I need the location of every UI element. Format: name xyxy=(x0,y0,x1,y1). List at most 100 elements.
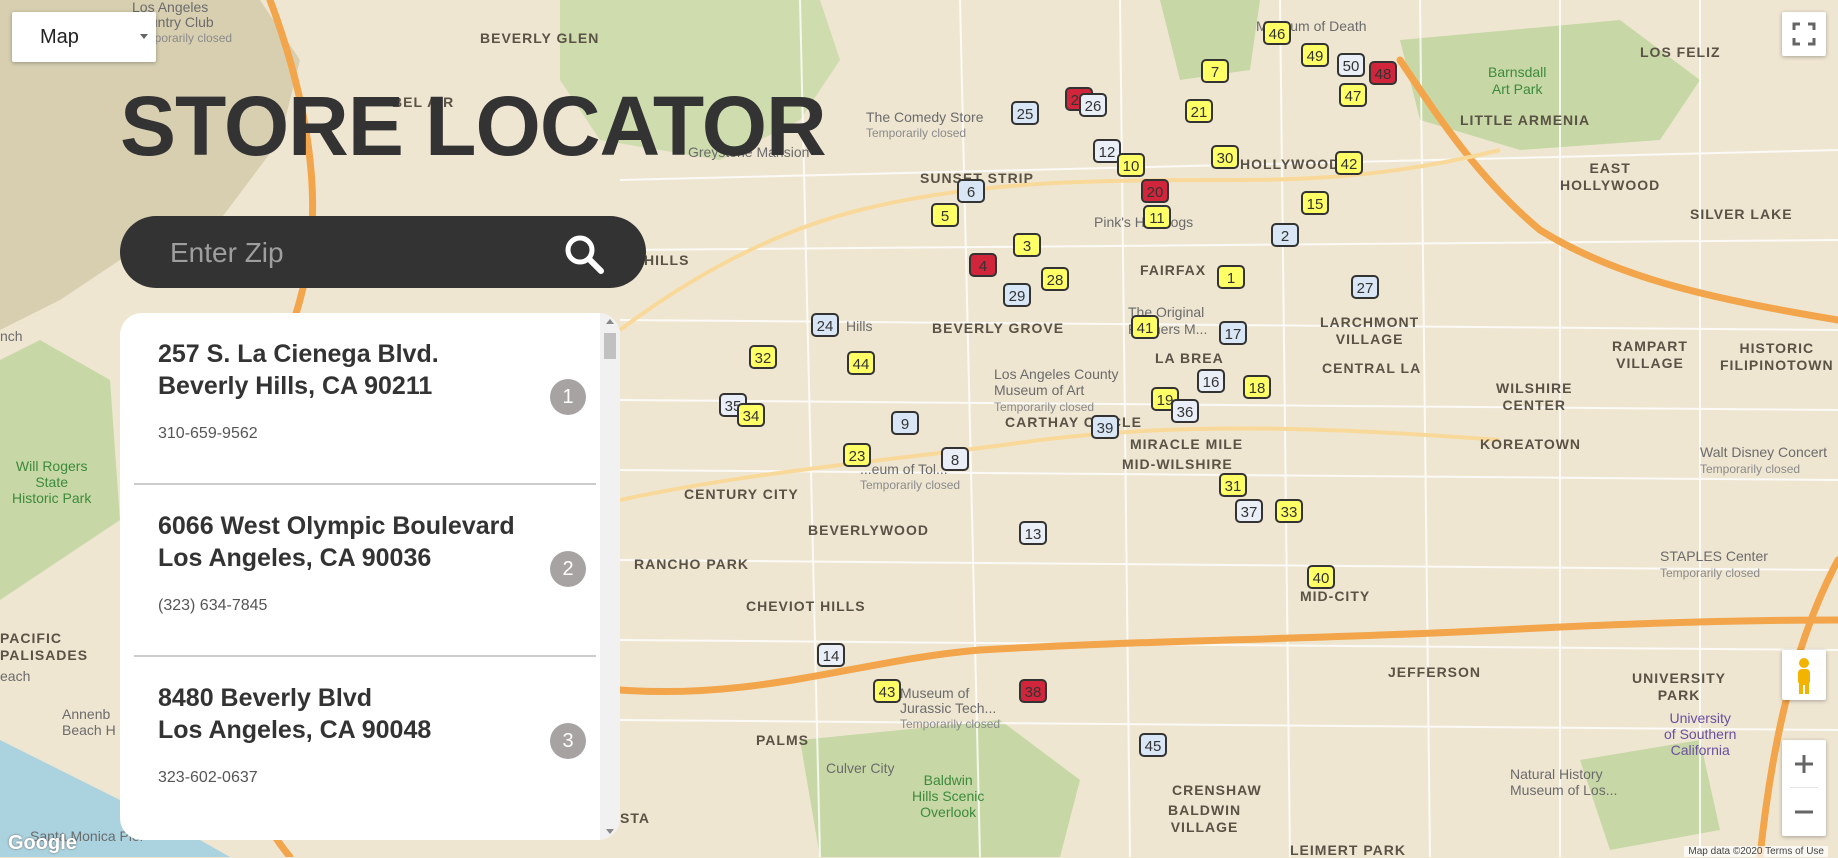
poi-usc[interactable]: University of Southern California xyxy=(1664,710,1736,758)
store-marker[interactable]: 8 xyxy=(940,444,970,474)
store-marker[interactable]: 43 xyxy=(872,676,902,706)
map-label-carthay-circle: CARTHAY CIRCLE xyxy=(1005,414,1142,430)
store-marker[interactable]: 49 xyxy=(1300,40,1330,70)
poi-lacma[interactable]: Los Angeles County Museum of Art Tempora… xyxy=(994,366,1119,415)
map-label-hollywood: HOLLYWOOD xyxy=(1240,156,1341,172)
poi-natural-history[interactable]: Natural History Museum of Los... xyxy=(1510,766,1617,798)
store-marker[interactable]: 36 xyxy=(1170,396,1200,426)
store-marker-number: 24 xyxy=(816,318,834,335)
map-label-fairfax: FAIRFAX xyxy=(1140,262,1207,278)
store-marker[interactable]: 4 xyxy=(968,250,998,280)
store-marker-number: 43 xyxy=(878,684,896,701)
store-marker[interactable]: 21 xyxy=(1184,96,1214,126)
store-marker[interactable]: 39 xyxy=(1090,412,1120,442)
store-marker[interactable]: 3 xyxy=(1012,230,1042,260)
store-marker[interactable]: 38 xyxy=(1018,676,1048,706)
store-marker[interactable]: 13 xyxy=(1018,518,1048,548)
list-scrollbar[interactable] xyxy=(600,313,620,840)
map-label-hills: HILLS xyxy=(644,252,690,268)
map-attribution[interactable]: Map data ©2020 Terms of Use xyxy=(1684,846,1828,857)
store-item-2[interactable]: 6066 West Olympic Boulevard Los Angeles,… xyxy=(134,485,596,657)
store-marker[interactable]: 28 xyxy=(1040,264,1070,294)
store-marker[interactable]: 29 xyxy=(1002,280,1032,310)
store-marker-number: 49 xyxy=(1306,48,1324,65)
store-marker[interactable]: 11 xyxy=(1142,202,1172,232)
store-number-badge: 1 xyxy=(550,379,586,415)
poi-baldwin-overlook[interactable]: Baldwin Hills Scenic Overlook xyxy=(912,772,984,820)
store-marker[interactable]: 15 xyxy=(1300,188,1330,218)
store-marker[interactable]: 48 xyxy=(1368,58,1398,88)
poi-disney-concert[interactable]: Walt Disney Concert Temporarily closed xyxy=(1700,444,1827,477)
map-label-beverly-grove: BEVERLY GROVE xyxy=(932,320,1065,336)
fullscreen-button[interactable] xyxy=(1782,12,1826,56)
store-marker[interactable]: 6 xyxy=(956,176,986,206)
search-button[interactable] xyxy=(562,232,606,276)
store-marker[interactable]: 9 xyxy=(890,408,920,438)
zoom-out-button[interactable] xyxy=(1782,788,1826,836)
zip-input[interactable] xyxy=(168,216,552,290)
store-marker[interactable]: 45 xyxy=(1138,730,1168,760)
poi-jurassic[interactable]: Museum of Jurassic Tech... Temporarily c… xyxy=(900,686,1000,732)
store-marker[interactable]: 30 xyxy=(1210,142,1240,172)
store-marker[interactable]: 47 xyxy=(1338,80,1368,110)
street-view-button[interactable] xyxy=(1782,650,1826,700)
store-marker-number: 42 xyxy=(1340,156,1358,173)
map-label-university-park: UNIVERSITY PARK xyxy=(1632,670,1726,704)
store-marker[interactable]: 50 xyxy=(1336,50,1366,80)
poi-jurassic-status: Temporarily closed xyxy=(900,717,1001,731)
store-marker[interactable]: 18 xyxy=(1242,372,1272,402)
store-marker[interactable]: 7 xyxy=(1200,56,1230,86)
store-marker[interactable]: 40 xyxy=(1306,562,1336,592)
store-marker[interactable]: 10 xyxy=(1116,150,1146,180)
store-marker[interactable]: 17 xyxy=(1218,318,1248,348)
map-type-select[interactable]: Map xyxy=(12,12,156,62)
map-label-cheviot-hills: CHEVIOT HILLS xyxy=(746,598,866,614)
map-label-hollywood-2: HOLLYWOOD xyxy=(1560,177,1661,193)
poi-jurassic-2: Jurassic Tech... xyxy=(900,700,997,716)
poi-lacma-1: Los Angeles County xyxy=(994,366,1119,382)
store-marker[interactable]: 27 xyxy=(1350,272,1380,302)
map-label-baldwin-2: VILLAGE xyxy=(1170,819,1239,835)
poi-lacma-status: Temporarily closed xyxy=(994,400,1095,414)
store-marker-number: 37 xyxy=(1240,504,1258,521)
poi-culver-city[interactable]: Culver City xyxy=(826,760,894,776)
store-marker[interactable]: 14 xyxy=(816,640,846,670)
store-marker-number: 9 xyxy=(900,416,910,433)
store-marker[interactable]: 37 xyxy=(1234,496,1264,526)
store-marker[interactable]: 25 xyxy=(1010,98,1040,128)
store-marker[interactable]: 26 xyxy=(1078,90,1108,120)
store-marker[interactable]: 44 xyxy=(846,348,876,378)
poi-barnsdall-1: Barnsdall xyxy=(1488,64,1547,80)
store-marker[interactable]: 42 xyxy=(1334,148,1364,178)
zoom-in-button[interactable] xyxy=(1782,740,1826,788)
store-item-1[interactable]: 257 S. La Cienega Blvd. Beverly Hills, C… xyxy=(134,313,596,485)
store-marker[interactable]: 1 xyxy=(1216,262,1246,292)
scroll-up-icon[interactable] xyxy=(606,319,614,324)
scrollbar-thumb[interactable] xyxy=(604,333,616,359)
store-marker[interactable]: 41 xyxy=(1130,312,1160,342)
store-marker[interactable]: 33 xyxy=(1274,496,1304,526)
store-marker[interactable]: 16 xyxy=(1196,366,1226,396)
poi-staples-center[interactable]: STAPLES Center Temporarily closed xyxy=(1660,548,1768,581)
poi-barnsdall[interactable]: Barnsdall Art Park xyxy=(1488,64,1546,98)
scroll-down-icon[interactable] xyxy=(606,829,614,834)
store-item-3[interactable]: 8480 Beverly Blvd Los Angeles, CA 90048 … xyxy=(134,657,596,829)
store-marker[interactable]: 2 xyxy=(1270,220,1300,250)
store-marker[interactable]: 32 xyxy=(748,342,778,372)
store-marker-number: 46 xyxy=(1268,26,1286,43)
map-label-palms: PALMS xyxy=(756,732,809,748)
store-marker[interactable]: 34 xyxy=(736,400,766,430)
poi-baldwin-overlook-1: Baldwin xyxy=(923,772,973,788)
store-phone: (323) 634-7845 xyxy=(158,597,268,614)
map-label-mid-wilshire: MID-WILSHIRE xyxy=(1122,456,1233,472)
poi-will-rogers[interactable]: Will Rogers State Historic Park xyxy=(12,458,91,506)
poi-staples-1: STAPLES Center xyxy=(1660,548,1768,564)
poi-usc-2: of Southern xyxy=(1664,726,1737,742)
poi-comedy-store[interactable]: The Comedy Store Temporarily closed xyxy=(866,110,984,141)
poi-annenberg[interactable]: Annenb Beach H xyxy=(62,706,116,738)
map-label-wilshire-center: WILSHIRE CENTER xyxy=(1496,380,1572,414)
store-marker[interactable]: 23 xyxy=(842,440,872,470)
store-marker[interactable]: 24 xyxy=(810,310,840,340)
poi-beverly-hills[interactable]: Hills xyxy=(846,318,872,334)
store-marker[interactable]: 46 xyxy=(1262,18,1292,48)
